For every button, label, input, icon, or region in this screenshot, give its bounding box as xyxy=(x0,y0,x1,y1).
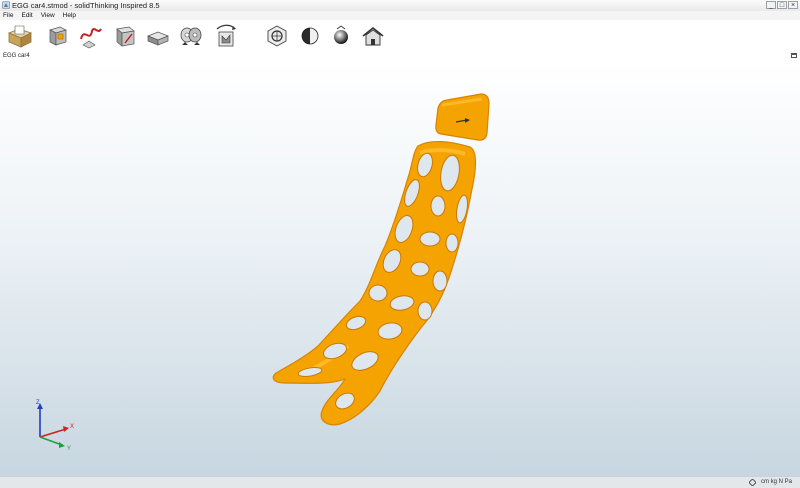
modeling-viewport[interactable]: Z X Y xyxy=(0,61,800,476)
partition-icon[interactable] xyxy=(112,23,138,49)
close-button[interactable]: × xyxy=(788,1,798,9)
minimize-button[interactable]: _ xyxy=(766,1,776,9)
shape-explorer-icon[interactable] xyxy=(78,23,104,49)
seat-model[interactable] xyxy=(0,61,800,476)
main-toolbar xyxy=(0,20,800,52)
design-space-icon[interactable] xyxy=(44,23,70,49)
run-optimization-icon[interactable] xyxy=(213,23,239,49)
snap-icon[interactable] xyxy=(749,479,756,486)
view-shading-icon[interactable] xyxy=(297,23,323,49)
window-title: EGG car4.stmod - solidThinking Inspired … xyxy=(12,1,160,10)
triad-y-label: Y xyxy=(67,446,71,451)
menu-bar: File Edit View Help xyxy=(0,11,800,20)
menu-file[interactable]: File xyxy=(3,11,13,20)
menu-view[interactable]: View xyxy=(41,11,55,20)
triad-x-label: X xyxy=(70,424,74,430)
axis-triad: Z X Y xyxy=(36,400,74,451)
document-maximize-button[interactable] xyxy=(791,53,797,58)
menu-edit[interactable]: Edit xyxy=(21,11,32,20)
view-rotate-icon[interactable] xyxy=(264,23,290,49)
units-indicator[interactable]: cm kg N Pa xyxy=(761,477,792,488)
triad-z-label: Z xyxy=(36,400,40,406)
view-sphere-icon[interactable] xyxy=(328,23,354,49)
status-bar: cm kg N Pa xyxy=(0,476,800,488)
pattern-symmetry-icon[interactable] xyxy=(178,23,204,49)
menu-help[interactable]: Help xyxy=(63,11,76,20)
home-view-icon[interactable] xyxy=(360,23,386,49)
document-title: EGG car4 xyxy=(3,53,30,59)
app-icon xyxy=(2,1,10,9)
window-controls: _ □ × xyxy=(766,1,798,9)
extrude-icon[interactable] xyxy=(145,23,171,49)
open-folder-icon[interactable] xyxy=(7,23,33,49)
maximize-button[interactable]: □ xyxy=(777,1,787,9)
